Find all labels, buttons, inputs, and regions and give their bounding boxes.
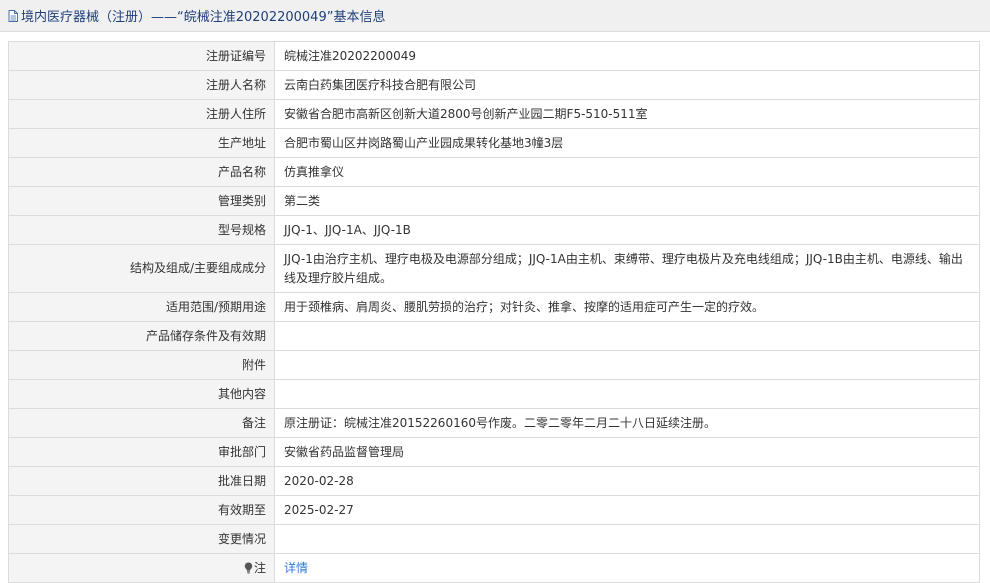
row-label: 适用范围/预期用途 xyxy=(8,292,275,322)
row-value: JJQ-1由治疗主机、理疗电极及电源部分组成；JJQ-1A由主机、束缚带、理疗电… xyxy=(274,244,980,293)
table-row: 注册人名称 云南白药集团医疗科技合肥有限公司 xyxy=(8,70,980,100)
table-row: 产品储存条件及有效期 xyxy=(8,321,980,351)
row-label: 产品名称 xyxy=(8,157,275,187)
row-label: 变更情况 xyxy=(8,524,275,554)
table-row: 结构及组成/主要组成成分 JJQ-1由治疗主机、理疗电极及电源部分组成；JJQ-… xyxy=(8,244,980,293)
note-label: 注 xyxy=(253,560,266,575)
row-label: 注册人住所 xyxy=(8,99,275,129)
row-label: 产品储存条件及有效期 xyxy=(8,321,275,351)
row-label: 型号规格 xyxy=(8,215,275,245)
table-row: 批准日期 2020-02-28 xyxy=(8,466,980,496)
row-label: 其他内容 xyxy=(8,379,275,409)
detail-link[interactable]: 详情 xyxy=(284,561,308,575)
row-label: 审批部门 xyxy=(8,437,275,467)
table-row: 附件 xyxy=(8,350,980,380)
row-label: 备注 xyxy=(8,408,275,438)
table-row: 型号规格 JJQ-1、JJQ-1A、JJQ-1B xyxy=(8,215,980,245)
note-label-cell: 注 xyxy=(8,553,275,583)
row-value: 第二类 xyxy=(274,186,980,216)
table-row: 备注 原注册证：皖械注准20152260160号作废。二零二零年二月二十八日延续… xyxy=(8,408,980,438)
row-value: 安徽省药品监督管理局 xyxy=(274,437,980,467)
note-value: 详情 xyxy=(274,553,980,583)
row-value: 原注册证：皖械注准20152260160号作废。二零二零年二月二十八日延续注册。 xyxy=(274,408,980,438)
row-label: 附件 xyxy=(8,350,275,380)
table-row: 变更情况 xyxy=(8,524,980,554)
row-value xyxy=(274,379,980,409)
row-label: 管理类别 xyxy=(8,186,275,216)
table-row: 适用范围/预期用途 用于颈椎病、肩周炎、腰肌劳损的治疗；对针灸、推拿、按摩的适用… xyxy=(8,292,980,322)
row-value: JJQ-1、JJQ-1A、JJQ-1B xyxy=(274,215,980,245)
row-label: 注册证编号 xyxy=(8,41,275,71)
table-row: 有效期至 2025-02-27 xyxy=(8,495,980,525)
table-row: 其他内容 xyxy=(8,379,980,409)
row-label: 生产地址 xyxy=(8,128,275,158)
row-value: 2025-02-27 xyxy=(274,495,980,525)
row-value: 2020-02-28 xyxy=(274,466,980,496)
row-label: 有效期至 xyxy=(8,495,275,525)
row-label: 结构及组成/主要组成成分 xyxy=(8,244,275,293)
table-row: 产品名称 仿真推拿仪 xyxy=(8,157,980,187)
info-table: 注册证编号 皖械注准20202200049 注册人名称 云南白药集团医疗科技合肥… xyxy=(8,41,980,583)
lightbulb-icon xyxy=(244,562,253,573)
row-value: 用于颈椎病、肩周炎、腰肌劳损的治疗；对针灸、推拿、按摩的适用症可产生一定的疗效。 xyxy=(274,292,980,322)
row-value xyxy=(274,524,980,554)
row-value: 安徽省合肥市高新区创新大道2800号创新产业园二期F5-510-511室 xyxy=(274,99,980,129)
row-value: 仿真推拿仪 xyxy=(274,157,980,187)
row-value xyxy=(274,321,980,351)
table-row: 审批部门 安徽省药品监督管理局 xyxy=(8,437,980,467)
row-value: 云南白药集团医疗科技合肥有限公司 xyxy=(274,70,980,100)
table-row: 注册证编号 皖械注准20202200049 xyxy=(8,41,980,71)
page-title: 境内医疗器械（注册）——“皖械注准20202200049”基本信息 xyxy=(21,10,386,25)
table-row: 注册人住所 安徽省合肥市高新区创新大道2800号创新产业园二期F5-510-51… xyxy=(8,99,980,129)
row-label: 注册人名称 xyxy=(8,70,275,100)
table-row: 管理类别 第二类 xyxy=(8,186,980,216)
document-icon xyxy=(8,9,18,22)
note-row: 注 详情 xyxy=(8,553,980,583)
row-value xyxy=(274,350,980,380)
table-row: 生产地址 合肥市蜀山区井岗路蜀山产业园成果转化基地3幢3层 xyxy=(8,128,980,158)
row-value: 合肥市蜀山区井岗路蜀山产业园成果转化基地3幢3层 xyxy=(274,128,980,158)
row-value: 皖械注准20202200049 xyxy=(274,41,980,71)
page-header: 境内医疗器械（注册）——“皖械注准20202200049”基本信息 xyxy=(0,0,990,32)
row-label: 批准日期 xyxy=(8,466,275,496)
